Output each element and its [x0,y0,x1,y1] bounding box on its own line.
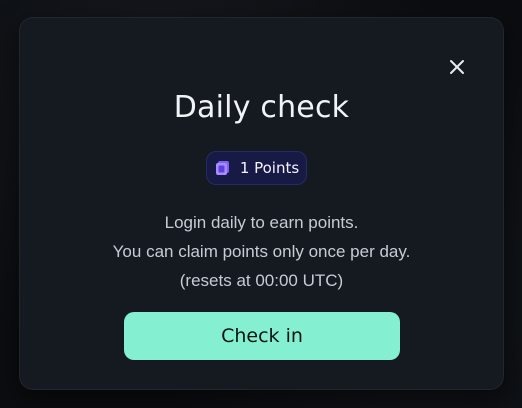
modal-title: Daily check [173,90,350,125]
description-line: (resets at 00:00 UTC) [179,271,344,290]
coin-stack-icon [215,161,229,175]
check-in-button[interactable]: Check in [124,312,400,360]
close-button[interactable] [443,53,471,81]
daily-check-modal: Daily check 1 Points Login daily to earn… [19,17,504,390]
description-line: Login daily to earn points. [164,213,359,232]
points-label: 1 Points [239,159,300,177]
points-badge: 1 Points [206,151,307,185]
description-line: You can claim points only once per day. [112,242,411,261]
modal-description: Login daily to earn points. You can clai… [20,208,503,295]
close-icon [450,60,464,74]
